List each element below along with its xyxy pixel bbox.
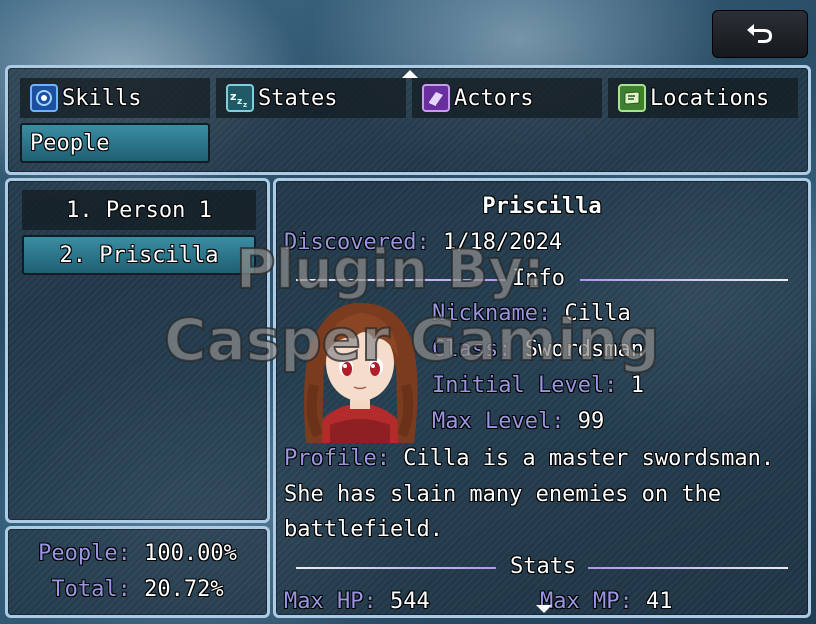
profile-line-2: She has slain many enemies on the bbox=[284, 482, 722, 507]
max-level-label: Max Level: bbox=[432, 409, 565, 434]
profile-line-1: Cilla is a master swordsman. bbox=[403, 446, 775, 471]
people-completion-row: People: 100.00% bbox=[8, 541, 267, 566]
actors-icon bbox=[422, 84, 450, 112]
tab-skills-label: Skills bbox=[62, 85, 142, 111]
tab-locations-label: Locations bbox=[650, 85, 770, 111]
tab-states-label: States bbox=[258, 85, 338, 111]
category-window: Skills zzz States Actors Locations Peopl… bbox=[5, 65, 811, 175]
tab-states[interactable]: zzz States bbox=[216, 78, 406, 118]
tab-locations[interactable]: Locations bbox=[608, 78, 798, 118]
watermark-line-1: Plugin By: bbox=[235, 237, 546, 302]
list-item-label: 1. Person 1 bbox=[66, 197, 212, 223]
states-icon: zzz bbox=[226, 84, 254, 112]
stats-divider-left bbox=[296, 567, 496, 569]
max-level-row: Max Level: 99 bbox=[432, 409, 604, 434]
initial-level-value: 1 bbox=[630, 373, 644, 398]
tab-people[interactable]: People bbox=[20, 123, 210, 163]
initial-level-row: Initial Level: 1 bbox=[432, 373, 644, 398]
back-button[interactable] bbox=[712, 10, 808, 58]
completion-window: People: 100.00% Total: 20.72% bbox=[5, 526, 270, 618]
person-name: Priscilla bbox=[482, 194, 602, 219]
people-completion-value: 100.00% bbox=[144, 541, 237, 566]
max-hp-label: Max HP: bbox=[284, 589, 377, 614]
total-completion-label: Total: bbox=[51, 577, 131, 602]
profile-line-3: battlefield. bbox=[284, 517, 443, 542]
max-level-value: 99 bbox=[577, 409, 605, 434]
list-item[interactable]: 2. Priscilla bbox=[22, 235, 256, 275]
list-item[interactable]: 1. Person 1 bbox=[22, 190, 256, 230]
scroll-up-arrow-icon[interactable] bbox=[402, 70, 418, 78]
return-arrow-icon bbox=[744, 20, 776, 48]
tab-people-label: People bbox=[30, 130, 110, 156]
watermark-line-2: Casper Gaming bbox=[163, 305, 661, 375]
locations-icon bbox=[618, 84, 646, 112]
total-completion-value: 20.72% bbox=[144, 577, 224, 602]
max-hp-row: Max HP: 544 bbox=[284, 589, 430, 614]
tab-actors[interactable]: Actors bbox=[412, 78, 602, 118]
stats-heading: Stats bbox=[510, 554, 577, 579]
svg-text:z: z bbox=[237, 97, 242, 107]
scroll-down-arrow-icon[interactable] bbox=[536, 605, 552, 613]
profile-row: Profile: Cilla is a master swordsman. bbox=[284, 446, 774, 471]
tab-skills[interactable]: Skills bbox=[20, 78, 210, 118]
tab-actors-label: Actors bbox=[454, 85, 534, 111]
max-mp-row: Max MP: 41 bbox=[540, 589, 672, 614]
list-item-label: 2. Priscilla bbox=[59, 242, 219, 268]
skills-icon bbox=[30, 84, 58, 112]
svg-text:z: z bbox=[230, 90, 236, 103]
max-mp-value: 41 bbox=[645, 589, 673, 614]
max-hp-value: 544 bbox=[389, 589, 430, 614]
info-divider-right bbox=[580, 279, 788, 281]
people-completion-label: People: bbox=[38, 541, 131, 566]
total-completion-row: Total: 20.72% bbox=[8, 577, 267, 602]
max-mp-label: Max MP: bbox=[540, 589, 633, 614]
profile-label: Profile: bbox=[284, 446, 390, 471]
initial-level-label: Initial Level: bbox=[432, 373, 618, 398]
svg-text:z: z bbox=[243, 101, 247, 108]
stats-divider-right bbox=[588, 567, 788, 569]
